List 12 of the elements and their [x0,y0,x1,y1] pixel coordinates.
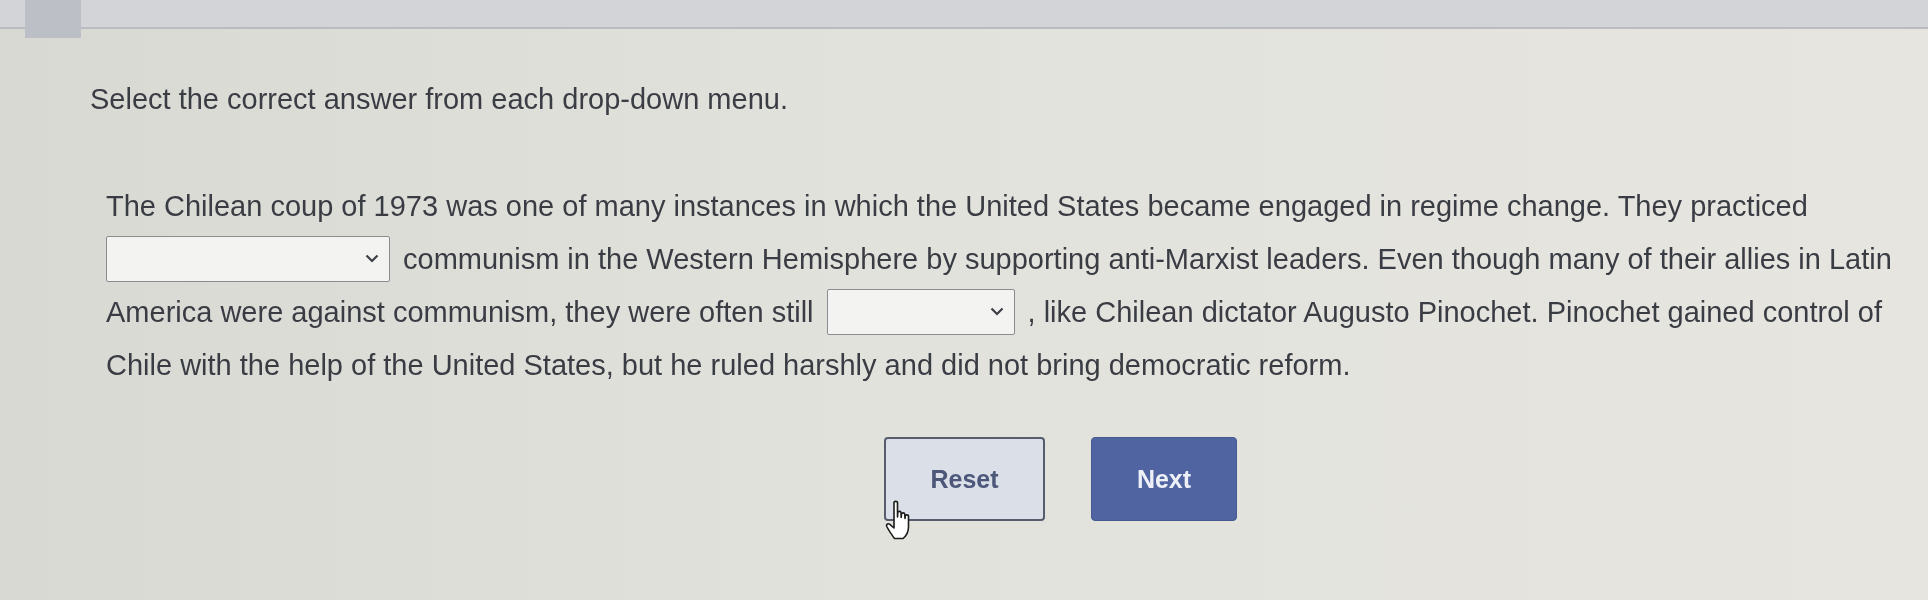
next-button[interactable]: Next [1091,437,1237,521]
instruction-text: Select the correct answer from each drop-down menu. [90,84,788,114]
passage-text: The Chilean coup of 1973 was one of many instances in which the United States became engaged in regime change. They practiced [106,188,1808,223]
reset-button[interactable]: Reset [884,437,1045,521]
passage-text: America were against communism, they were often still [106,294,814,329]
answer-dropdown[interactable] [826,288,1015,335]
passage-text: , like Chilean dictator Augusto Pinochet. Pinochet gained control of [1027,294,1882,329]
answer-dropdown[interactable] [106,235,390,282]
chevron-down-icon [989,307,1004,316]
passage-text: communism in the Western Hemisphere by supporting anti-Marxist leaders. Even though many of their allies in Latin [403,241,1892,276]
passage-text: Chile with the help of the United States, but he ruled harshly and did not bring democratic reform. [106,347,1351,382]
chevron-down-icon [365,254,379,263]
